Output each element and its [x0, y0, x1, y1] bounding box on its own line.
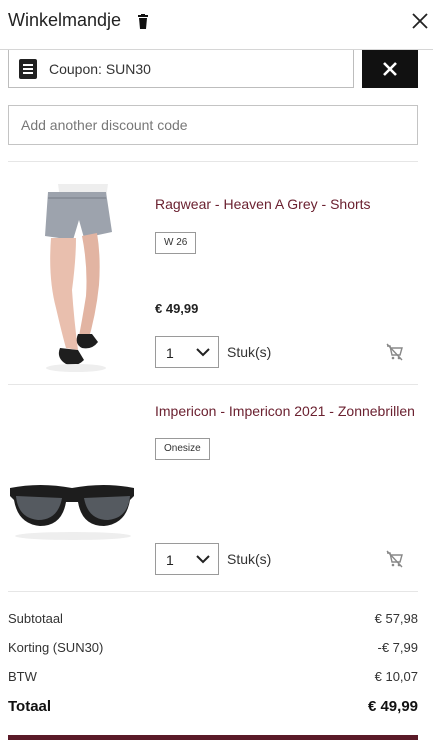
close-icon[interactable] — [411, 12, 429, 30]
subtotal-value: € 57,98 — [374, 611, 418, 626]
quantity-select[interactable]: 1 — [155, 543, 219, 575]
divider — [8, 161, 418, 162]
divider — [8, 384, 418, 385]
total-value: € 49,99 — [367, 698, 418, 715]
trash-icon[interactable] — [137, 14, 149, 30]
remove-coupon-button[interactable] — [362, 50, 418, 88]
product-price: € 49,99 — [155, 301, 199, 316]
coupon-icon — [19, 59, 37, 79]
chevron-down-icon — [196, 348, 210, 357]
size-badge: Onesize — [155, 438, 210, 460]
divider — [8, 591, 418, 592]
product-image-shorts[interactable] — [8, 184, 138, 374]
discount-label: Korting (SUN30) — [8, 640, 104, 655]
close-icon — [383, 62, 397, 76]
quantity-select[interactable]: 1 — [155, 336, 219, 368]
product-name[interactable]: Ragwear - Heaven A Grey - Shorts — [155, 196, 371, 212]
quantity-unit: Stuk(s) — [227, 551, 272, 567]
applied-coupon: Coupon: SUN30 — [8, 50, 354, 88]
quantity-unit: Stuk(s) — [227, 344, 272, 360]
tax-value: € 10,07 — [374, 669, 418, 684]
remove-from-cart-icon[interactable] — [385, 550, 403, 568]
quantity-value: 1 — [166, 552, 174, 568]
discount-code-input[interactable] — [8, 105, 418, 145]
quantity-value: 1 — [166, 345, 174, 361]
subtotal-label: Subtotaal — [8, 611, 63, 626]
cart-title: Winkelmandje — [8, 10, 122, 30]
product-name[interactable]: Impericon - Impericon 2021 - Zonnebrille… — [155, 403, 415, 419]
tax-label: BTW — [8, 669, 37, 684]
cart-header: Winkelmandje — [0, 0, 433, 50]
coupon-label: Coupon: SUN30 — [49, 61, 151, 77]
remove-from-cart-icon[interactable] — [385, 343, 403, 361]
checkout-button[interactable] — [8, 735, 418, 740]
size-badge: W 26 — [155, 232, 197, 254]
product-image-sunglasses[interactable] — [8, 470, 138, 542]
discount-value: -€ 7,99 — [377, 640, 418, 655]
total-label: Totaal — [8, 698, 52, 715]
chevron-down-icon — [196, 555, 210, 564]
